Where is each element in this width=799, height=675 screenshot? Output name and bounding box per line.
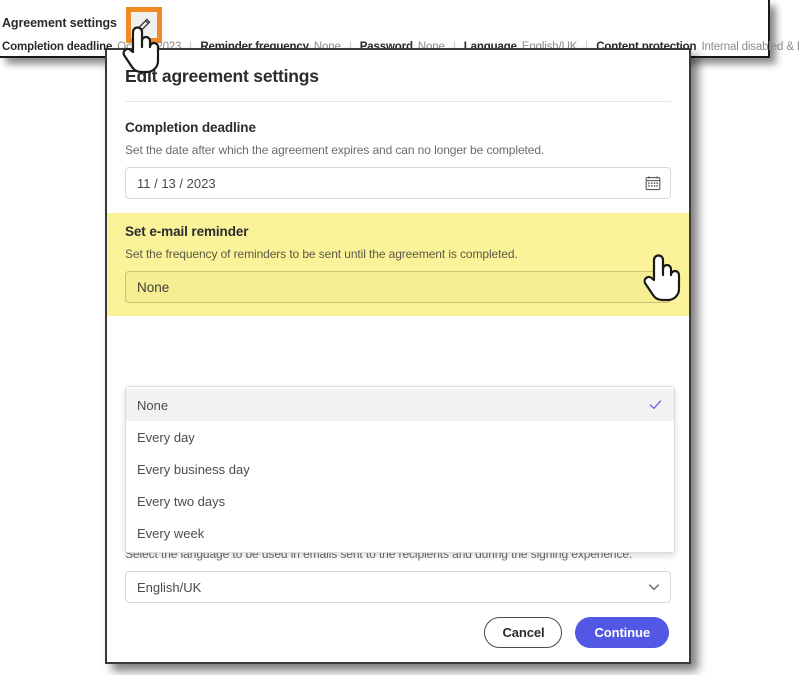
chevron-down-icon[interactable]	[647, 280, 661, 294]
banner-title-row: Agreement settings	[2, 7, 162, 43]
check-icon	[648, 397, 663, 414]
dropdown-option-every-two-days[interactable]: Every two days	[126, 485, 674, 517]
edit-agreement-settings-dialog: Edit agreement settings Completion deadl…	[105, 48, 691, 664]
completion-deadline-date-input[interactable]: 11 / 13 / 2023	[125, 167, 671, 199]
email-reminder-description: Set the frequency of reminders to be sen…	[125, 247, 518, 261]
dropdown-option-every-week[interactable]: Every week	[126, 517, 674, 549]
reminder-frequency-value: None	[137, 279, 170, 295]
dropdown-option-every-day[interactable]: Every day	[126, 421, 674, 453]
dialog-body: Completion deadline Set the date after w…	[107, 102, 689, 603]
page-title: Agreement settings	[2, 16, 117, 30]
edit-settings-button[interactable]	[130, 12, 157, 38]
dialog-footer: Cancel Continue	[107, 617, 689, 648]
continue-button[interactable]: Continue	[575, 617, 669, 648]
pencil-icon	[137, 18, 151, 32]
email-reminder-heading: Set e-mail reminder	[125, 224, 249, 239]
dropdown-option-none[interactable]: None	[126, 389, 674, 421]
reminder-frequency-select[interactable]: None	[125, 271, 671, 303]
dropdown-option-every-business-day[interactable]: Every business day	[126, 453, 674, 485]
recipients-language-select[interactable]: English/UK	[125, 571, 671, 603]
completion-deadline-heading: Completion deadline	[125, 120, 256, 135]
dropdown-option-label: Every business day	[137, 461, 250, 477]
calendar-icon[interactable]	[645, 175, 661, 191]
dialog-title: Edit agreement settings	[125, 66, 319, 86]
email-reminder-section: Set e-mail reminder Set the frequency of…	[107, 213, 689, 316]
completion-deadline-description: Set the date after which the agreement e…	[125, 143, 545, 157]
date-value: 11 / 13 / 2023	[137, 175, 216, 191]
cancel-button[interactable]: Cancel	[484, 617, 563, 648]
dropdown-option-label: Every day	[137, 429, 195, 445]
meta-value: Internal disabled & External enabled	[701, 41, 799, 53]
dropdown-option-label: Every two days	[137, 493, 226, 509]
reminder-frequency-dropdown-list[interactable]: None Every day Every business day Every …	[125, 386, 675, 553]
recipients-language-value: English/UK	[137, 579, 202, 595]
dropdown-option-label: Every week	[137, 525, 205, 541]
meta-key: Completion deadline	[2, 41, 113, 53]
completion-deadline-section: Completion deadline Set the date after w…	[125, 102, 671, 199]
chevron-down-icon[interactable]	[647, 580, 661, 594]
dropdown-option-label: None	[137, 397, 169, 413]
